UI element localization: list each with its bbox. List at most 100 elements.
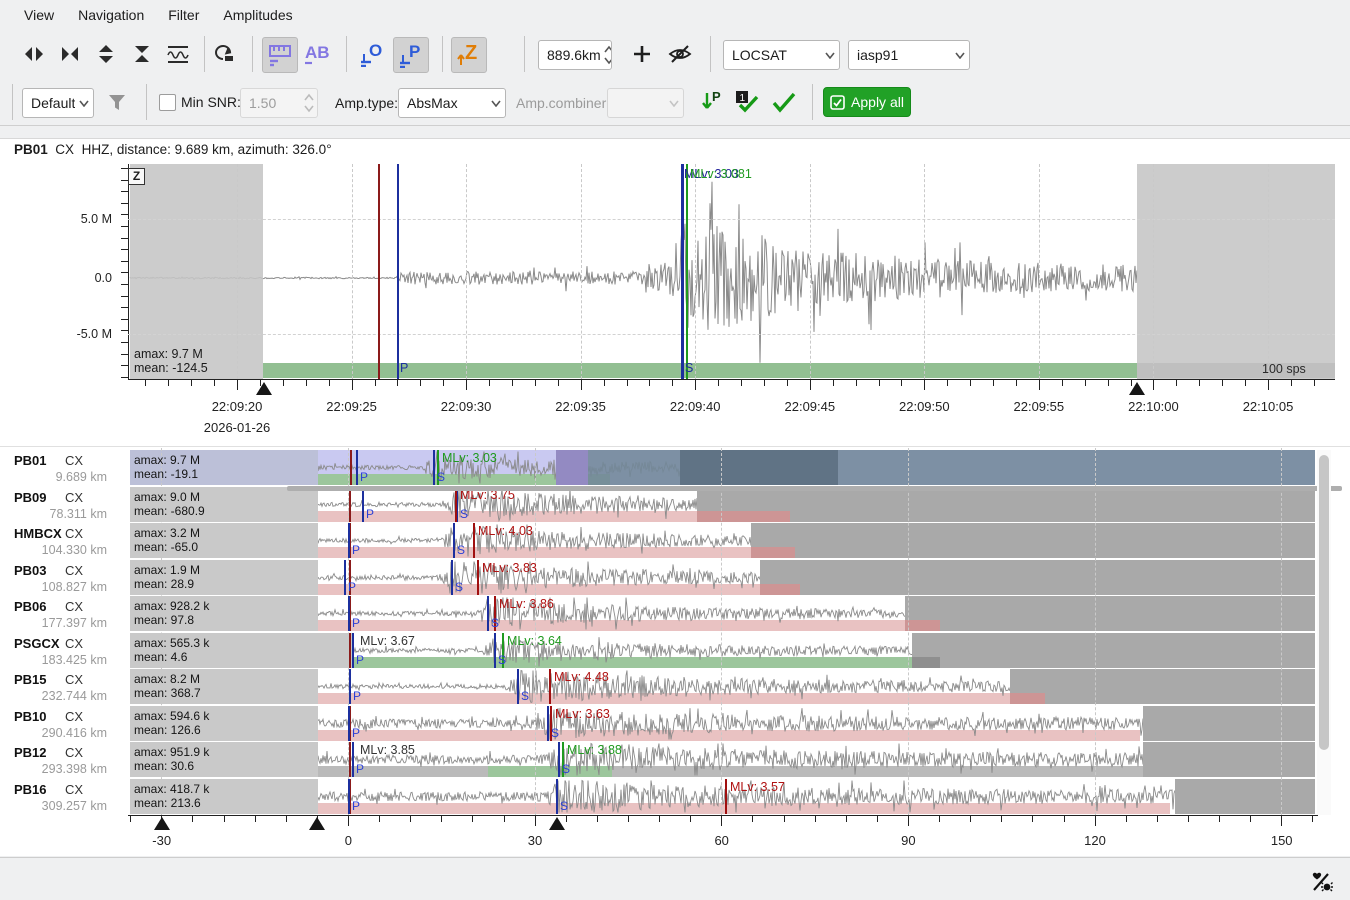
y-tick	[121, 307, 128, 308]
velocity-model-select[interactable]: iasp91	[848, 40, 970, 70]
mlv-amplitude-marker[interactable]	[725, 779, 727, 814]
seek-traces-button[interactable]	[56, 40, 84, 68]
trace-row-pb01[interactable]: PSMLv: 3.03amax: 9.7 Mmean: -19.1PB01CX9…	[0, 450, 1350, 485]
trace-row-pb10[interactable]: PSMLv: 3.63amax: 594.6 kmean: 126.6PB10C…	[0, 706, 1350, 741]
hide-disabled-traces-button[interactable]	[666, 40, 694, 68]
p-pick-marker[interactable]	[352, 742, 354, 777]
data-range-marker[interactable]	[1129, 382, 1145, 395]
p-pick-marker[interactable]	[352, 633, 354, 668]
trace-row-pb15[interactable]: PSMLv: 4.48amax: 8.2 Mmean: 368.7PB15CX2…	[0, 669, 1350, 704]
vertical-scrollbar-thumb[interactable]	[1319, 455, 1329, 750]
p-pick-marker[interactable]	[348, 596, 350, 631]
mlv-amplitude-marker[interactable]	[473, 523, 475, 558]
mlv-amplitude-marker[interactable]	[686, 164, 688, 379]
trace-row-pb16[interactable]: PSMLv: 3.57amax: 418.7 kmean: 213.6PB16C…	[0, 779, 1350, 814]
s-pick-marker[interactable]	[494, 633, 496, 668]
row-network-code: CX	[65, 453, 83, 468]
p-pick-marker[interactable]	[356, 450, 358, 485]
trace-row-pb03[interactable]: PSMLv: 3.83amax: 1.9 Mmean: 28.9PB03CX10…	[0, 560, 1350, 595]
confirm-button[interactable]	[770, 88, 798, 116]
time-axis-tick	[168, 380, 169, 386]
mlv-amplitude-marker[interactable]	[549, 669, 551, 704]
horizontal-scrollbar[interactable]	[287, 486, 1342, 491]
p-pick-marker[interactable]	[344, 560, 346, 595]
align-p-arrival-button[interactable]: P	[393, 37, 429, 73]
p-pick-marker[interactable]	[348, 706, 350, 741]
expand-horizontal-button[interactable]	[20, 40, 48, 68]
time-axis-tick	[1085, 380, 1086, 386]
s-pick-marker[interactable]	[433, 450, 435, 485]
alignment-marker[interactable]	[154, 817, 170, 830]
alignment-marker[interactable]	[549, 817, 565, 830]
axis-tick	[659, 816, 660, 822]
profile-select[interactable]: Default	[22, 88, 94, 118]
time-axis-tick	[1268, 380, 1269, 390]
amp-combiner-select[interactable]	[607, 88, 684, 118]
p-pick-marker[interactable]	[348, 779, 350, 814]
menu-item-filter[interactable]: Filter	[156, 3, 211, 27]
gridline-vertical	[466, 164, 467, 379]
y-axis	[128, 164, 129, 380]
trace-row-hmbcx[interactable]: PSMLv: 4.03amax: 3.2 Mmean: -65.0HMBCXCX…	[0, 523, 1350, 558]
recalculate-amplitude-button[interactable]: P	[698, 88, 726, 116]
trace-row-pb12[interactable]: PSMLv: 3.88MLv: 3.85amax: 951.9 kmean: 3…	[0, 742, 1350, 777]
trace-row-pb06[interactable]: PSMLv: 3.86amax: 928.2 kmean: 97.8PB06CX…	[0, 596, 1350, 631]
s-pick-marker[interactable]	[547, 706, 549, 741]
s-pick-marker[interactable]	[556, 779, 558, 814]
s-pick-marker[interactable]	[517, 669, 519, 704]
row-station-code: PB10	[14, 709, 47, 724]
compress-vertical-button[interactable]	[128, 40, 156, 68]
ruler-icon	[267, 42, 293, 68]
time-tick-label: 22:09:50	[899, 399, 950, 414]
add-station-button[interactable]	[628, 40, 656, 68]
normalize-amplitudes-button[interactable]	[164, 40, 192, 68]
p-pick-marker[interactable]	[362, 487, 364, 522]
s-marker-label: S	[521, 689, 529, 703]
menu-item-amplitudes[interactable]: Amplitudes	[211, 3, 304, 27]
zoom-trace-panel[interactable]: PB01 CX HHZ, distance: 9.689 km, azimuth…	[0, 138, 1350, 449]
origin-time-marker[interactable]	[378, 164, 380, 379]
time-window-band-end	[1010, 693, 1045, 704]
s-pick-marker[interactable]	[451, 560, 453, 595]
p-pick-marker[interactable]	[397, 164, 399, 379]
show-z-component-button[interactable]: Z	[451, 37, 487, 73]
alignment-marker[interactable]	[309, 817, 325, 830]
amp-type-select[interactable]: AbsMax	[398, 88, 506, 118]
restore-view-button[interactable]	[210, 40, 238, 68]
menu-item-navigation[interactable]: Navigation	[66, 3, 156, 27]
toggle-pick-labels-button[interactable]: AB	[300, 37, 334, 71]
locator-select[interactable]: LOCSAT	[723, 40, 840, 70]
align-origin-time-button[interactable]: O	[356, 37, 390, 71]
min-snr-spinbox[interactable]: 1.50	[240, 88, 318, 118]
gridline-vertical	[237, 164, 238, 379]
row-amax-label: amax: 594.6 k	[134, 709, 209, 723]
p-pick-marker[interactable]	[348, 523, 350, 558]
amp-type-value: AbsMax	[399, 95, 487, 111]
data-range-marker[interactable]	[256, 382, 272, 395]
trace-row-pb09[interactable]: PSMLv: 3.75amax: 9.0 Mmean: -680.9PB09CX…	[0, 487, 1350, 522]
origin-time-marker	[349, 742, 351, 777]
toggle-ruler-button[interactable]	[262, 37, 298, 73]
s-pick-marker[interactable]	[681, 164, 684, 379]
distance-cutoff-spinbox[interactable]: 889.6km	[538, 40, 612, 70]
min-snr-checkbox[interactable]	[159, 94, 176, 111]
origin-time-marker	[350, 450, 352, 485]
menu-item-view[interactable]: View	[12, 3, 66, 27]
status-icon[interactable]	[1310, 870, 1334, 894]
trace-row-psgcx[interactable]: PSMLv: 3.64MLv: 3.67amax: 565.3 kmean: 4…	[0, 633, 1350, 668]
apply-all-button[interactable]: Apply all	[823, 87, 911, 117]
mlv-amplitude-marker[interactable]	[477, 560, 479, 595]
s-pick-marker[interactable]	[453, 523, 455, 558]
s-pick-marker[interactable]	[558, 742, 560, 777]
spinbox-arrows-icon[interactable]	[601, 43, 611, 67]
gridline-vertical	[581, 164, 582, 379]
axis-tick	[410, 816, 411, 822]
apply-amplitude-button[interactable]: 1	[733, 88, 761, 116]
filter-button[interactable]	[103, 88, 131, 116]
s-pick-marker[interactable]	[487, 596, 489, 631]
axis-tick-label: -30	[152, 833, 171, 848]
p-pick-marker[interactable]	[349, 669, 351, 704]
mlv-amplitude-marker[interactable]	[455, 487, 457, 522]
s-marker-label: S	[562, 762, 570, 776]
expand-vertical-button[interactable]	[92, 40, 120, 68]
